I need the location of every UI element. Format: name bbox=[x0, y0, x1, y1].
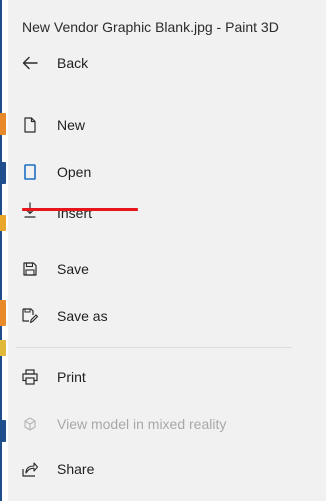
mixed-reality-icon bbox=[22, 416, 38, 432]
save-as-icon bbox=[22, 308, 38, 324]
background-app-edge bbox=[0, 0, 6, 501]
floppy-disk-icon bbox=[22, 261, 38, 277]
edge-color-chip bbox=[0, 420, 6, 442]
open-document-icon bbox=[22, 164, 38, 180]
back-button[interactable]: Back bbox=[8, 45, 326, 81]
edge-color-chip bbox=[0, 162, 6, 184]
menu-item-print[interactable]: Print bbox=[8, 359, 326, 395]
edge-color-chip bbox=[0, 215, 6, 231]
window-title: New Vendor Graphic Blank.jpg - Paint 3D bbox=[22, 19, 279, 35]
save-as-label: Save as bbox=[57, 308, 108, 324]
share-icon bbox=[22, 461, 38, 477]
arrow-left-icon bbox=[22, 55, 38, 71]
printer-icon bbox=[22, 369, 38, 385]
annotation-underline bbox=[22, 208, 138, 211]
menu-divider bbox=[16, 347, 292, 348]
edge-color-chip bbox=[0, 300, 6, 326]
open-label: Open bbox=[57, 164, 92, 180]
save-label: Save bbox=[57, 261, 89, 277]
new-document-icon bbox=[22, 117, 38, 133]
menu-item-save-as[interactable]: Save as bbox=[8, 298, 326, 334]
menu-item-save[interactable]: Save bbox=[8, 251, 326, 287]
new-label: New bbox=[57, 117, 86, 133]
menu-item-open[interactable]: Open bbox=[8, 154, 326, 190]
share-label: Share bbox=[57, 461, 95, 477]
edge-color-chip bbox=[0, 340, 6, 356]
edge-color-chip bbox=[0, 113, 6, 135]
menu-item-share[interactable]: Share bbox=[8, 451, 326, 487]
menu-item-insert[interactable]: Insert bbox=[8, 201, 326, 227]
menu-item-new[interactable]: New bbox=[8, 107, 326, 143]
menu-item-mixed-reality: View model in mixed reality bbox=[8, 406, 326, 442]
file-menu-panel: New Vendor Graphic Blank.jpg - Paint 3D … bbox=[8, 0, 326, 501]
mixed-reality-label: View model in mixed reality bbox=[57, 416, 227, 432]
back-label: Back bbox=[57, 55, 89, 71]
print-label: Print bbox=[57, 369, 86, 385]
